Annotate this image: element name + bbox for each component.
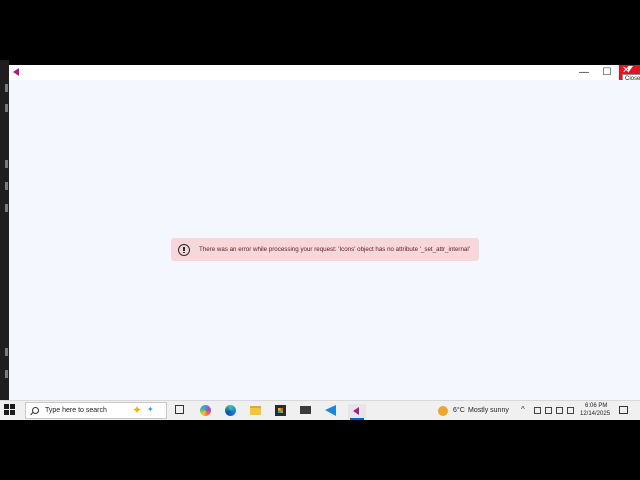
app-content: There was an error while processing your…: [9, 80, 640, 400]
edge-icon[interactable]: [225, 405, 236, 416]
error-message: There was an error while processing your…: [199, 246, 470, 253]
taskbar: Type here to search ✦ ✦ 6°C Mostly sunny…: [0, 400, 640, 420]
weather-description[interactable]: Mostly sunny: [468, 407, 509, 414]
show-hidden-icons-chevron-icon[interactable]: ^: [521, 405, 525, 415]
strip-mark: [5, 160, 8, 168]
error-banner: There was an error while processing your…: [171, 238, 479, 261]
strip-mark: [5, 370, 8, 378]
display-icon[interactable]: [556, 407, 563, 414]
weather-icon[interactable]: [438, 406, 448, 416]
minimize-button[interactable]: —: [574, 65, 594, 80]
desktop-screen: — ☐ ✕ Close There was an error while pro…: [0, 60, 640, 420]
vscode-icon[interactable]: [325, 405, 336, 416]
sparkle-icon: ✦: [132, 403, 143, 417]
clock-date[interactable]: 12/14/2025: [580, 411, 610, 417]
volume-icon[interactable]: [567, 407, 574, 414]
strip-mark: [5, 182, 8, 190]
file-explorer-icon[interactable]: [250, 406, 261, 415]
strip-mark: [5, 104, 8, 112]
maximize-button[interactable]: ☐: [597, 65, 617, 80]
network-icon[interactable]: [534, 407, 541, 414]
battery-icon[interactable]: [545, 407, 552, 414]
active-app-indicator: [350, 418, 364, 420]
search-icon: [32, 407, 39, 414]
weather-temperature[interactable]: 6°C: [453, 407, 465, 414]
search-input[interactable]: Type here to search: [45, 407, 107, 414]
title-bar[interactable]: — ☐ ✕ Close: [9, 65, 640, 84]
taskbar-search-box[interactable]: Type here to search ✦ ✦: [25, 402, 167, 419]
app-window: — ☐ ✕ Close There was an error while pro…: [9, 65, 640, 400]
copilot-icon[interactable]: [200, 405, 211, 416]
strip-mark: [5, 204, 8, 212]
app-taskbar-icon[interactable]: [348, 404, 366, 418]
strip-mark: [5, 348, 8, 356]
app-icon: [13, 68, 19, 76]
error-exclamation-icon: [178, 243, 190, 256]
store-icon[interactable]: [275, 405, 286, 416]
task-view-icon[interactable]: [175, 405, 184, 414]
sparkle-small-icon: ✦: [147, 405, 154, 414]
background-editor-strip: [0, 60, 9, 400]
mouse-cursor-icon: [628, 66, 633, 73]
strip-mark: [5, 84, 8, 92]
mail-icon[interactable]: [300, 406, 311, 414]
clock-time[interactable]: 6:06 PM: [585, 403, 607, 409]
notification-icon[interactable]: [619, 406, 628, 414]
windows-start-icon[interactable]: [4, 404, 15, 415]
